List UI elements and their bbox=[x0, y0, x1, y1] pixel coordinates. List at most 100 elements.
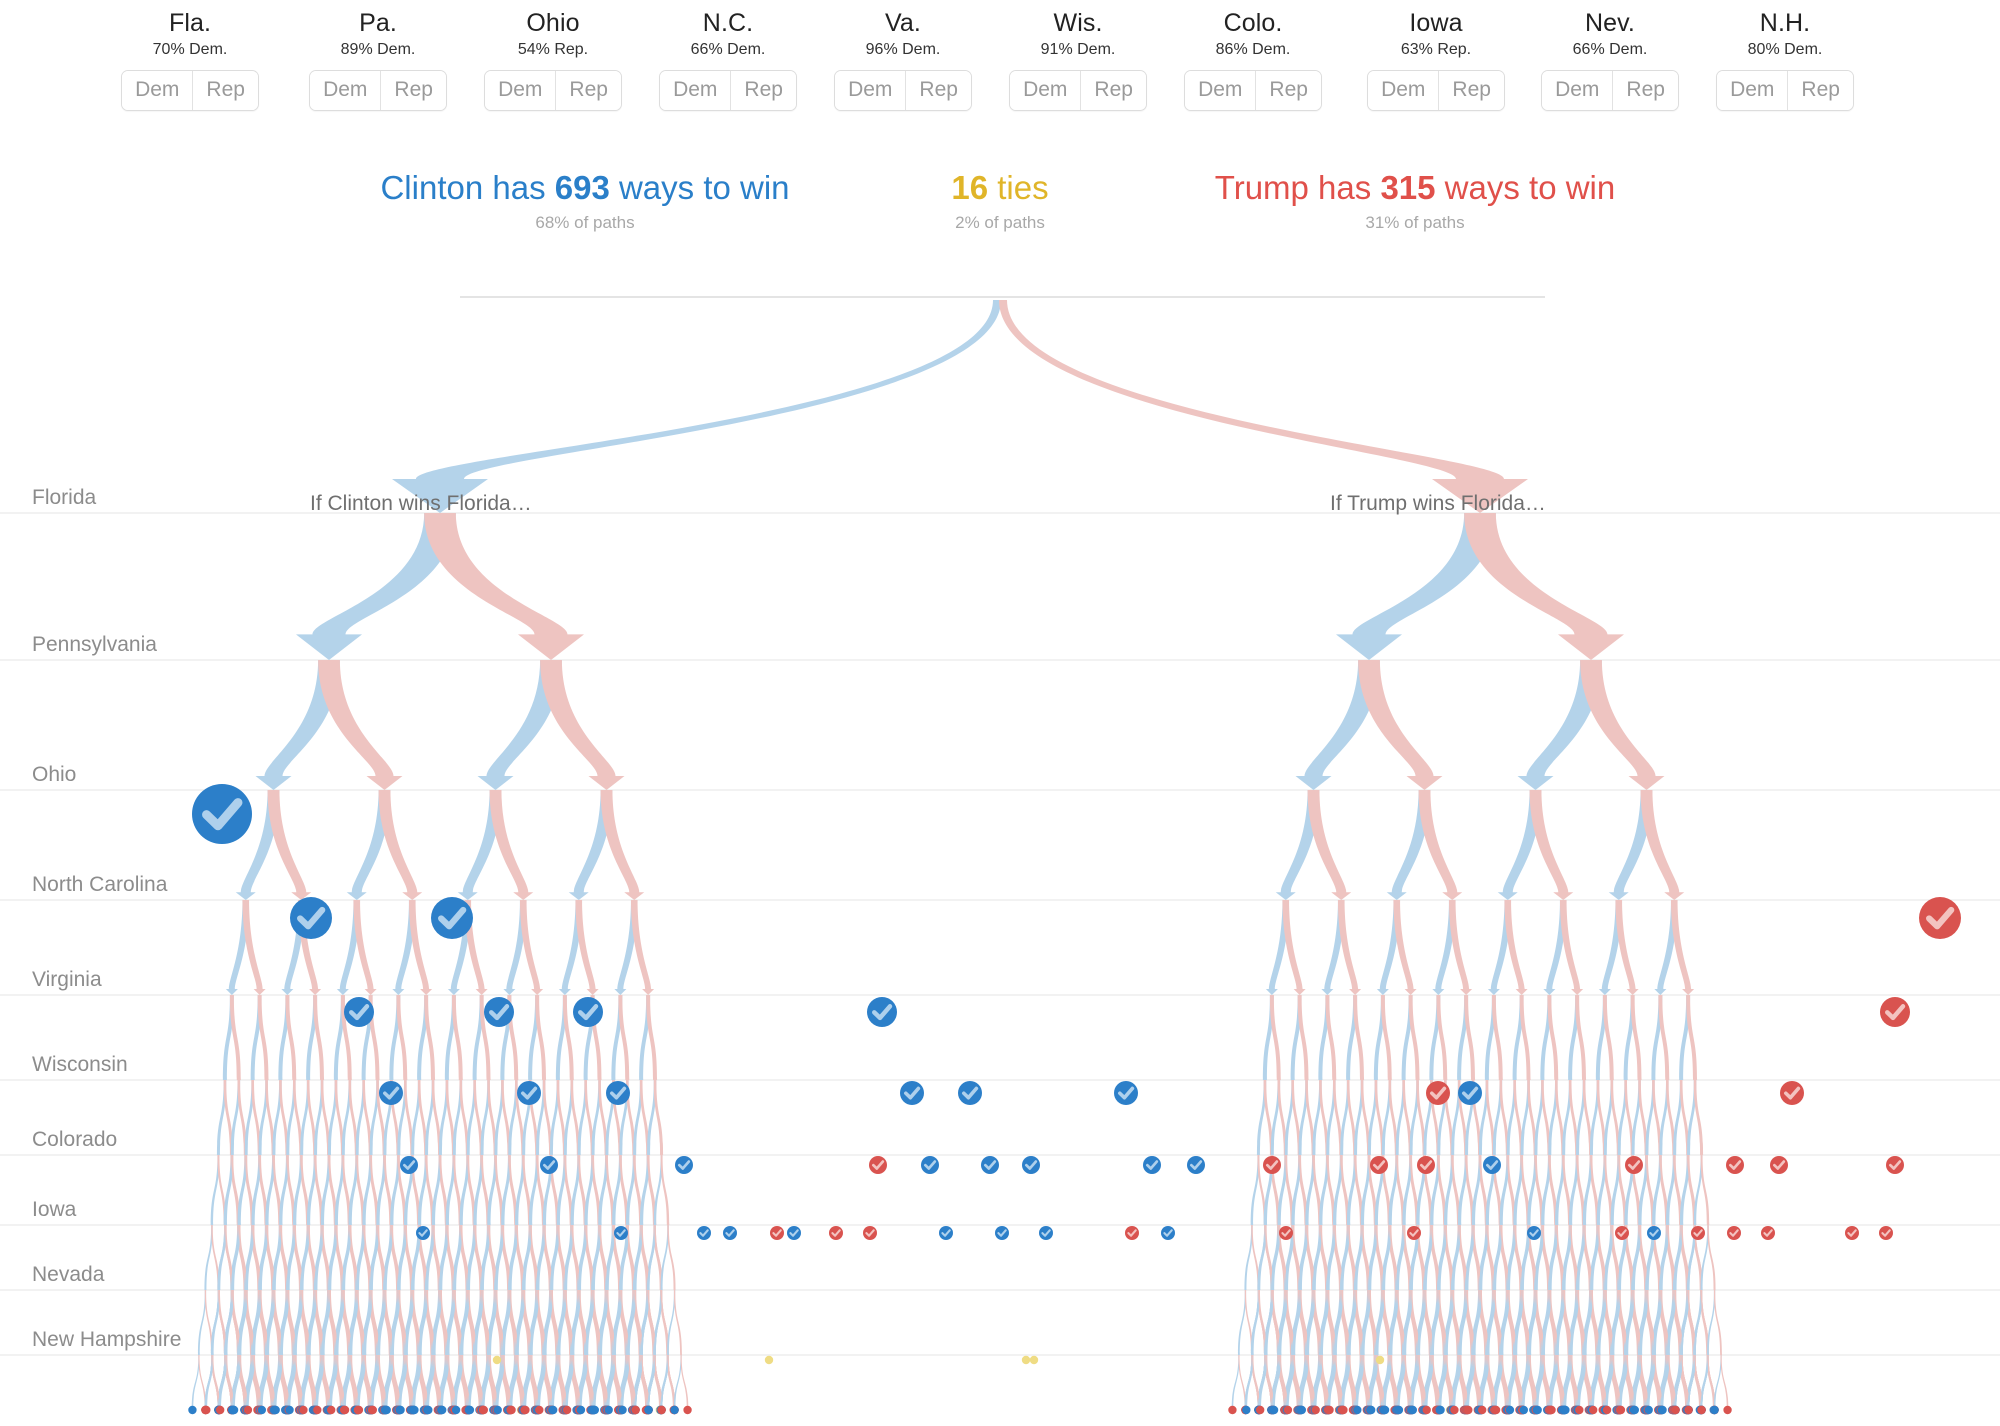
winner-circle[interactable] bbox=[313, 1405, 322, 1415]
flow-ribbon bbox=[653, 1080, 664, 1155]
flow-ribbon bbox=[647, 1355, 656, 1410]
flow-ribbon bbox=[424, 995, 436, 1080]
outcome-node-rep[interactable] bbox=[340, 1405, 350, 1415]
flow-ribbon bbox=[680, 1355, 689, 1410]
flow-ribbon bbox=[1700, 1155, 1710, 1225]
flow-ribbon bbox=[211, 1290, 220, 1355]
flow-ribbon bbox=[575, 900, 599, 995]
flow-ribbon bbox=[540, 660, 625, 790]
flow-ribbon bbox=[1615, 900, 1639, 995]
flow-ribbon bbox=[660, 1355, 669, 1410]
flow-ribbon bbox=[1547, 995, 1559, 1080]
flow-ribbon bbox=[1337, 900, 1362, 995]
winner-circle[interactable] bbox=[243, 1405, 253, 1415]
flow-ribbon bbox=[1670, 900, 1695, 995]
flow-ribbon bbox=[1630, 995, 1642, 1080]
flow-ribbon bbox=[424, 513, 584, 660]
flow-ribbon bbox=[267, 790, 312, 900]
decision-tree-diagram bbox=[0, 0, 2000, 1426]
flow-ribbon bbox=[667, 1225, 676, 1290]
winner-circle[interactable] bbox=[340, 1405, 350, 1415]
flow-ribbon bbox=[1707, 1225, 1716, 1290]
flow-ribbon bbox=[1602, 995, 1614, 1080]
flow-ribbon bbox=[1297, 995, 1309, 1080]
winner-circle[interactable] bbox=[326, 1405, 336, 1415]
outcome-node-dem[interactable] bbox=[257, 1405, 267, 1415]
flow-ribbon bbox=[318, 660, 403, 790]
flow-ribbon bbox=[1559, 900, 1584, 995]
flow-ribbon bbox=[1393, 900, 1417, 995]
flow-ribbon bbox=[1658, 995, 1670, 1080]
flow-ribbon bbox=[489, 790, 534, 900]
outcome-node-rep[interactable] bbox=[326, 1405, 336, 1415]
winner-circle[interactable] bbox=[215, 1405, 225, 1415]
flow-ribbon bbox=[1238, 1290, 1247, 1355]
outcome-node-rep[interactable] bbox=[313, 1405, 322, 1415]
outcome-node-rep[interactable] bbox=[354, 1405, 364, 1415]
outcome-node-rep[interactable] bbox=[243, 1405, 253, 1415]
winner-circle[interactable] bbox=[202, 1405, 211, 1415]
winner-circle[interactable] bbox=[188, 1405, 197, 1415]
flow-ribbon bbox=[654, 1290, 663, 1355]
flow-ribbon bbox=[205, 1355, 214, 1410]
flow-ribbon bbox=[1720, 1355, 1729, 1410]
winner-circle[interactable] bbox=[299, 1405, 308, 1415]
flow-ribbon bbox=[646, 995, 658, 1080]
outcome-node-rep[interactable] bbox=[215, 1405, 225, 1415]
flow-ribbon bbox=[191, 1355, 200, 1410]
flow-ribbon bbox=[1681, 1290, 1690, 1355]
flow-ribbon bbox=[1491, 995, 1503, 1080]
flow-ribbon bbox=[1464, 513, 1624, 660]
flow-ribbon bbox=[1408, 995, 1420, 1080]
flow-ribbon bbox=[396, 995, 408, 1080]
outcome-node-rep[interactable] bbox=[202, 1405, 211, 1415]
tree-svg bbox=[0, 296, 2000, 1415]
flow-ribbon bbox=[257, 995, 269, 1080]
flow-ribbon bbox=[1259, 1355, 1268, 1410]
flow-ribbon bbox=[1687, 1355, 1696, 1410]
flow-ribbon bbox=[1464, 995, 1476, 1080]
flow-ribbon bbox=[673, 1355, 682, 1410]
flow-ribbon bbox=[229, 995, 241, 1080]
winner-circle[interactable] bbox=[271, 1405, 280, 1415]
flow-ribbon bbox=[1269, 995, 1281, 1080]
winner-circle[interactable] bbox=[229, 1405, 239, 1415]
flow-ribbon bbox=[1282, 900, 1306, 995]
flow-ribbons bbox=[191, 300, 1729, 1410]
flow-ribbon bbox=[1694, 1290, 1703, 1355]
flow-ribbon bbox=[1713, 1290, 1722, 1355]
flow-ribbon bbox=[660, 1155, 670, 1225]
flow-ribbon bbox=[673, 1290, 682, 1355]
flow-ribbon bbox=[219, 1355, 228, 1410]
flow-ribbon bbox=[1325, 995, 1337, 1080]
flow-ribbon bbox=[1713, 1355, 1722, 1410]
flow-ribbon bbox=[1504, 900, 1528, 995]
outcome-node-dem[interactable] bbox=[188, 1405, 197, 1415]
flow-ribbon bbox=[1448, 900, 1473, 995]
flow-ribbon bbox=[1700, 1355, 1709, 1410]
flow-ribbon bbox=[1307, 790, 1352, 900]
outcome-node-rep[interactable] bbox=[299, 1405, 308, 1415]
flow-ribbon bbox=[1353, 995, 1365, 1080]
winner-circle[interactable] bbox=[354, 1405, 364, 1415]
flow-ribbon bbox=[378, 790, 423, 900]
flow-ribbon bbox=[313, 995, 325, 1080]
flow-ribbon bbox=[285, 995, 297, 1080]
flow-ribbon bbox=[1251, 1290, 1260, 1355]
flow-ribbon bbox=[225, 1290, 234, 1355]
flow-ribbon bbox=[1575, 995, 1587, 1080]
gridlines bbox=[0, 296, 2000, 1356]
outcome-node-dem[interactable] bbox=[271, 1405, 280, 1415]
flow-ribbon bbox=[667, 1290, 676, 1355]
flow-ribbon bbox=[1231, 1355, 1240, 1410]
flow-ribbon bbox=[600, 790, 645, 900]
flow-ribbon bbox=[1640, 790, 1685, 900]
flow-ribbon bbox=[630, 900, 655, 995]
flow-ribbon bbox=[519, 900, 544, 995]
outcome-node-dem[interactable] bbox=[229, 1405, 239, 1415]
outcome-node-dem[interactable] bbox=[285, 1405, 294, 1415]
winner-circle[interactable] bbox=[257, 1405, 267, 1415]
flow-ribbon bbox=[1380, 995, 1392, 1080]
flow-ribbon bbox=[1580, 660, 1665, 790]
winner-circle[interactable] bbox=[285, 1405, 294, 1415]
